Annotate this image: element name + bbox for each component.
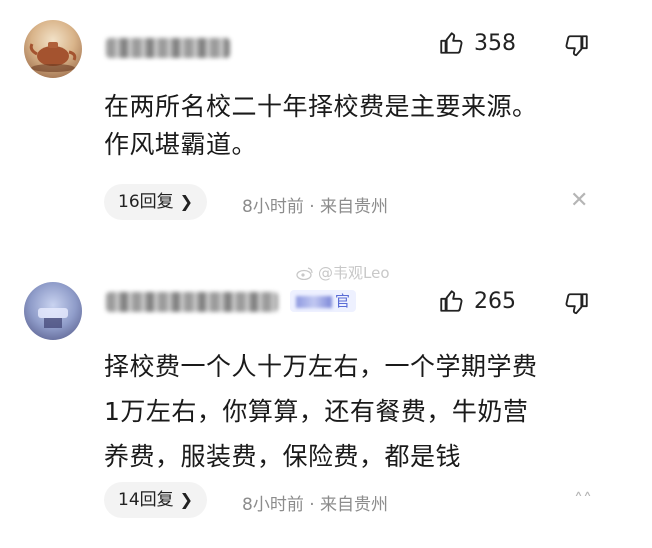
thumbs-down-icon (565, 35, 588, 57)
badge-blurred-text (296, 295, 332, 308)
chevron-right-icon: ❯ (179, 192, 194, 211)
like-count: 265 (474, 288, 516, 314)
comment-text-line: 养费，服装费，保险费，都是钱 (104, 442, 462, 471)
comment-text: 择校费一个人十万左右，一个学期学费 1万左右，你算算，还有餐费，牛奶营 养费，服… (104, 344, 624, 479)
reply-label: 14回复 (118, 490, 174, 510)
comment-2: 官 265 择校费一个人十万左右，一个学期学费 1万左右，你算算，还有餐费，牛奶… (0, 262, 652, 548)
reply-button[interactable]: 14回复 ❯ (104, 482, 208, 518)
avatar-image-icon (38, 308, 68, 328)
comment-text-line: 择校费一个人十万左右，一个学期学费 (104, 352, 538, 381)
comment-meta: 8小时前 · 来自贵州 (242, 495, 389, 515)
thumbs-up-icon (440, 290, 463, 312)
more-icon[interactable]: ˄˄ (574, 490, 592, 511)
like-button[interactable]: 265 (438, 288, 516, 314)
like-button[interactable]: 358 (438, 30, 516, 56)
avatar[interactable] (24, 20, 82, 78)
thumbs-up-icon (440, 32, 463, 54)
comment-text: 在两所名校二十年择校费是主要来源。 作风堪霸道。 (104, 88, 624, 164)
reply-button[interactable]: 16回复 ❯ (104, 184, 208, 220)
comment-meta: 8小时前 · 来自贵州 (242, 197, 389, 217)
chevron-right-icon: ❯ (179, 490, 194, 509)
username-blurred[interactable] (106, 38, 230, 58)
teapot-icon (29, 42, 77, 72)
comment-text-line: 作风堪霸道。 (104, 130, 258, 159)
close-icon[interactable]: ✕ (570, 188, 588, 213)
avatar[interactable] (24, 282, 82, 340)
dislike-button[interactable] (564, 291, 590, 317)
comment-text-line: 在两所名校二十年择校费是主要来源。 (104, 92, 538, 121)
dislike-button[interactable] (564, 33, 590, 59)
official-badge: 官 (290, 290, 357, 312)
comment-text-line: 1万左右，你算算，还有餐费，牛奶营 (104, 397, 529, 426)
comment-1: 358 在两所名校二十年择校费是主要来源。 作风堪霸道。 16回复 ❯ 8小时前… (0, 0, 652, 240)
badge-suffix: 官 (335, 292, 351, 310)
thumbs-down-icon (565, 293, 588, 315)
reply-label: 16回复 (118, 192, 174, 212)
username-blurred[interactable] (106, 292, 278, 312)
like-count: 358 (474, 30, 516, 56)
